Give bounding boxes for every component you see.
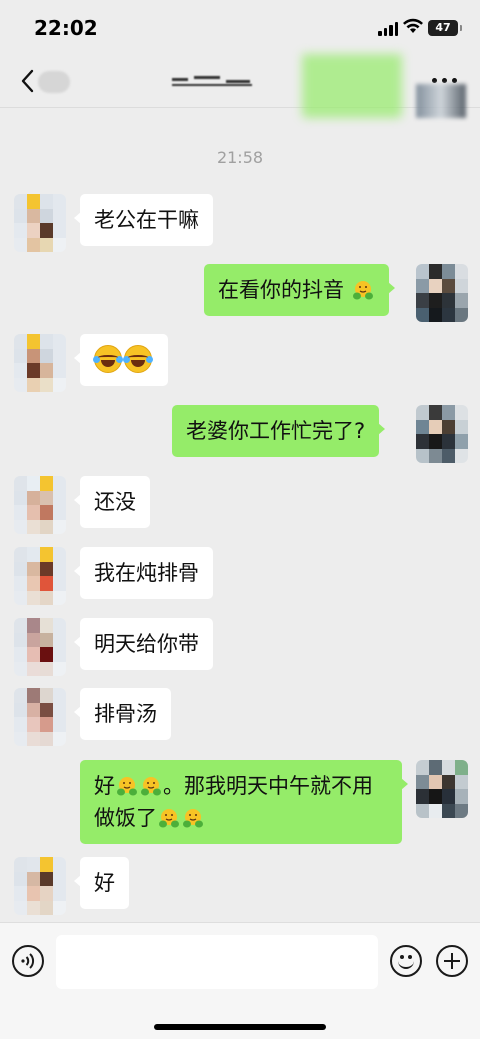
received-message-bubble[interactable]: 明天给你带 xyxy=(74,618,213,670)
sent-message-bubble[interactable]: 老婆你工作忙完了? xyxy=(172,405,386,457)
status-bar: 22:02 47 xyxy=(0,0,480,54)
message-input[interactable] xyxy=(56,935,378,989)
self-avatar[interactable] xyxy=(416,405,468,463)
chat-title[interactable] xyxy=(172,72,272,90)
emoji-picker-button[interactable] xyxy=(390,945,422,977)
received-message-bubble[interactable]: 好 xyxy=(74,857,129,909)
sent-message-bubble[interactable]: 好 。那我明天中午就不用做饭了 xyxy=(80,760,408,844)
contact-avatar[interactable] xyxy=(14,476,66,534)
contact-avatar[interactable] xyxy=(14,547,66,605)
nav-bar xyxy=(0,54,480,108)
wifi-icon xyxy=(403,18,423,33)
previous-message-bubble xyxy=(302,54,402,118)
received-message-bubble[interactable]: 老公在干嘛 xyxy=(74,194,213,246)
voice-wave-icon xyxy=(21,953,35,969)
unread-count-badge xyxy=(38,71,70,93)
more-options-icon[interactable] xyxy=(432,78,457,83)
self-avatar[interactable] xyxy=(416,760,468,818)
laughing-crying-emoji-icon xyxy=(123,345,153,373)
message-text-part: 好 xyxy=(94,774,115,798)
battery-icon: 47 xyxy=(428,20,462,36)
hugging-emoji-icon xyxy=(141,777,161,796)
cellular-signal-icon xyxy=(378,22,398,36)
contact-avatar[interactable] xyxy=(14,857,66,915)
contact-avatar[interactable] xyxy=(14,334,66,392)
hugging-emoji-icon xyxy=(183,809,203,828)
received-message-bubble[interactable]: 我在炖排骨 xyxy=(74,547,213,599)
previous-message-avatar xyxy=(416,84,466,118)
laughing-crying-emoji-icon xyxy=(93,345,123,373)
self-avatar[interactable] xyxy=(416,264,468,322)
hugging-emoji-icon xyxy=(159,809,179,828)
contact-avatar[interactable] xyxy=(14,618,66,676)
message-timestamp: 21:58 xyxy=(216,148,264,167)
sent-message-bubble[interactable]: 在看你的抖音 xyxy=(204,264,395,316)
input-bar xyxy=(0,922,480,1039)
contact-avatar[interactable] xyxy=(14,688,66,746)
received-message-bubble[interactable]: 还没 xyxy=(74,476,150,528)
more-actions-button[interactable] xyxy=(436,945,468,977)
received-message-bubble[interactable] xyxy=(74,334,168,386)
back-chevron-icon[interactable] xyxy=(18,68,40,94)
hugging-emoji-icon xyxy=(117,777,137,796)
hugging-emoji-icon xyxy=(352,281,373,300)
status-time: 22:02 xyxy=(34,16,98,40)
contact-avatar[interactable] xyxy=(14,194,66,252)
home-indicator xyxy=(154,1024,326,1030)
message-text: 在看你的抖音 xyxy=(218,278,344,302)
voice-input-button[interactable] xyxy=(12,945,44,977)
received-message-bubble[interactable]: 排骨汤 xyxy=(74,688,171,740)
